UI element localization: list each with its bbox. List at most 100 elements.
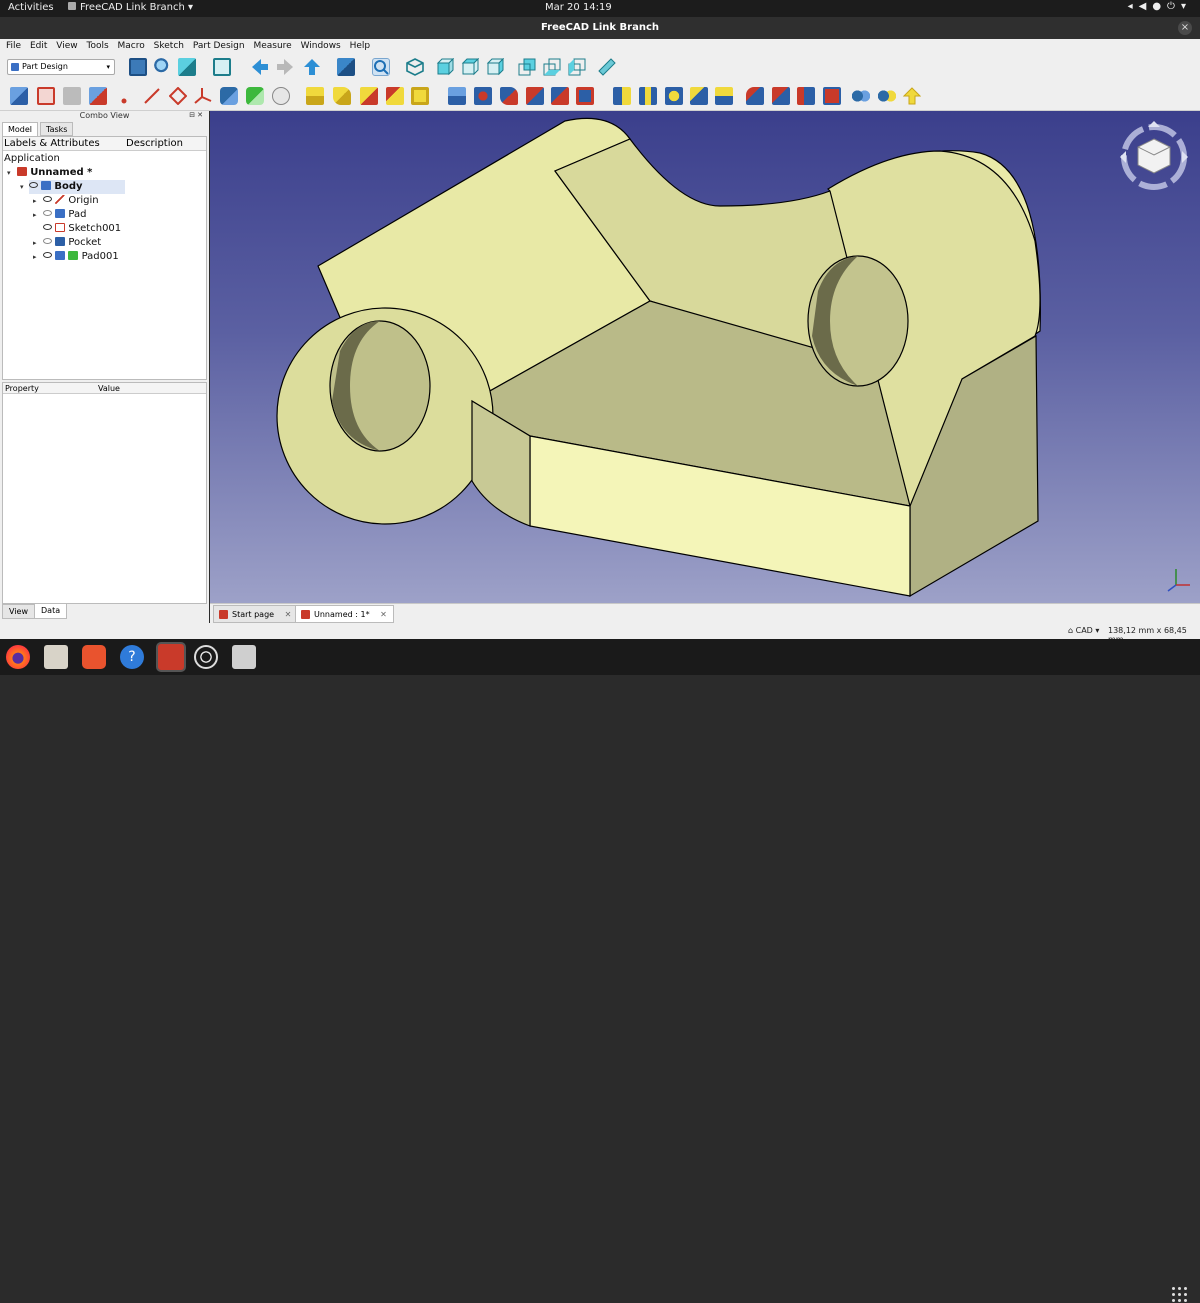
pocket-icon[interactable]	[448, 87, 466, 105]
menu-windows[interactable]: Windows	[301, 39, 341, 53]
view-rear-icon[interactable]	[518, 58, 536, 76]
additive-pipe-icon[interactable]	[386, 87, 404, 105]
obs-icon[interactable]	[194, 645, 218, 669]
panel-controls[interactable]: ⊟✕	[189, 111, 205, 119]
expand-body-icon[interactable]: ▾	[20, 183, 24, 191]
tree-body[interactable]: Body	[29, 180, 125, 194]
tree-item-origin[interactable]: Origin	[43, 194, 99, 208]
tree-column-description[interactable]: Description	[126, 137, 183, 151]
tree-column-labels[interactable]: Labels & Attributes	[4, 137, 100, 151]
std-views-icon[interactable]	[337, 58, 355, 76]
app-menu-button[interactable]: FreeCAD Link Branch ▾	[68, 2, 193, 13]
mirrored-icon[interactable]	[613, 87, 631, 105]
system-tray[interactable]: ◂◀●⏻▾	[1128, 1, 1192, 12]
3d-viewport[interactable]	[210, 111, 1200, 603]
expand-pocket-icon[interactable]: ▸	[33, 239, 37, 247]
subtractive-helix-icon[interactable]	[576, 87, 594, 105]
sprocket-icon[interactable]	[902, 87, 922, 105]
firefox-icon[interactable]	[6, 645, 30, 669]
fillet-icon[interactable]	[746, 87, 764, 105]
boolean-cut-icon[interactable]	[878, 87, 896, 105]
tab-view[interactable]: View	[2, 604, 35, 619]
groove-icon[interactable]	[500, 87, 518, 105]
pad-icon[interactable]	[306, 87, 324, 105]
view-bottom-icon[interactable]	[543, 58, 561, 76]
hole-icon[interactable]	[474, 87, 492, 105]
menu-file[interactable]: File	[6, 39, 21, 53]
local-cs-icon[interactable]	[194, 87, 212, 105]
shape-binder-icon[interactable]	[220, 87, 238, 105]
menu-help[interactable]: Help	[350, 39, 371, 53]
tree-item-pad[interactable]: Pad	[43, 208, 86, 222]
activities-button[interactable]: Activities	[8, 2, 54, 13]
back-arrow-icon[interactable]	[251, 58, 269, 76]
chamfer-icon[interactable]	[772, 87, 790, 105]
tab-tasks[interactable]: Tasks	[40, 122, 74, 136]
additive-helix-icon[interactable]	[411, 87, 429, 105]
fit-all-icon[interactable]	[129, 58, 147, 76]
subtractive-loft-icon[interactable]	[526, 87, 544, 105]
datum-line-icon[interactable]	[143, 87, 161, 105]
menu-sketch[interactable]: Sketch	[154, 39, 184, 53]
show-apps-icon[interactable]	[1172, 1287, 1188, 1303]
clock[interactable]: Mar 20 14:19	[545, 2, 612, 13]
close-tab-icon[interactable]: ✕	[380, 610, 387, 619]
map-sketch-icon[interactable]	[89, 87, 107, 105]
view-front-icon[interactable]	[436, 57, 455, 76]
property-editor[interactable]: Property Value	[2, 382, 207, 604]
files-icon[interactable]	[44, 645, 68, 669]
zoom-icon[interactable]	[372, 58, 390, 76]
validate-sketch-icon[interactable]	[63, 87, 81, 105]
freecad-icon[interactable]	[156, 642, 186, 672]
datum-point-icon[interactable]	[119, 91, 129, 104]
view-isometric-icon[interactable]	[406, 58, 424, 76]
expand-pad-icon[interactable]: ▸	[33, 211, 37, 219]
navigation-cube[interactable]	[1114, 117, 1194, 197]
linear-pattern-icon[interactable]	[639, 87, 657, 105]
tab-unnamed[interactable]: Unnamed : 1* ✕	[295, 605, 394, 623]
tab-data[interactable]: Data	[34, 604, 68, 619]
draw-style-icon[interactable]	[178, 58, 196, 76]
3d-model[interactable]	[210, 111, 1200, 603]
menu-measure[interactable]: Measure	[253, 39, 291, 53]
create-sketch-icon[interactable]	[37, 87, 55, 105]
menu-edit[interactable]: Edit	[30, 39, 47, 53]
visibility-eye-icon[interactable]	[43, 224, 52, 230]
menu-macro[interactable]: Macro	[118, 39, 145, 53]
measure-icon[interactable]	[598, 58, 616, 76]
bounding-box-icon[interactable]	[213, 58, 231, 76]
clone-icon[interactable]	[272, 87, 290, 105]
view-right-icon[interactable]	[486, 57, 505, 76]
view-top-icon[interactable]	[461, 57, 480, 76]
tree-item-pocket[interactable]: Pocket	[43, 236, 101, 250]
multi-transform-icon[interactable]	[715, 87, 733, 105]
revolution-icon[interactable]	[333, 87, 351, 105]
navigation-style-button[interactable]: ⌂ CAD ▾	[1068, 626, 1099, 635]
menu-tools[interactable]: Tools	[86, 39, 108, 53]
help-icon[interactable]: ?	[120, 645, 144, 669]
menu-view[interactable]: View	[56, 39, 77, 53]
forward-arrow-icon[interactable]	[276, 58, 294, 76]
hidden-eye-icon[interactable]	[43, 238, 52, 244]
tab-start-page[interactable]: Start page ✕	[213, 605, 299, 623]
visibility-eye-icon[interactable]	[43, 196, 52, 202]
value-column[interactable]: Value	[98, 383, 120, 394]
draft-icon[interactable]	[797, 87, 815, 105]
view-left-icon[interactable]	[568, 58, 586, 76]
expand-document-icon[interactable]: ▾	[7, 169, 11, 177]
tree-item-pad001[interactable]: Pad001	[43, 250, 119, 264]
tab-model[interactable]: Model	[2, 122, 39, 136]
subshape-binder-icon[interactable]	[246, 87, 264, 105]
thickness-icon[interactable]	[823, 87, 841, 105]
tree-application[interactable]: Application	[4, 152, 60, 166]
datum-plane-icon[interactable]	[168, 86, 188, 106]
tree-item-sketch001[interactable]: Sketch001	[43, 222, 121, 236]
additive-loft-icon[interactable]	[360, 87, 378, 105]
visibility-eye-icon[interactable]	[29, 182, 38, 188]
screenshot-icon[interactable]	[232, 645, 256, 669]
visibility-eye-icon[interactable]	[43, 252, 52, 258]
fit-selection-icon[interactable]	[154, 58, 172, 76]
scaled-icon[interactable]	[690, 87, 708, 105]
menu-part-design[interactable]: Part Design	[193, 39, 245, 53]
create-body-icon[interactable]	[10, 87, 28, 105]
